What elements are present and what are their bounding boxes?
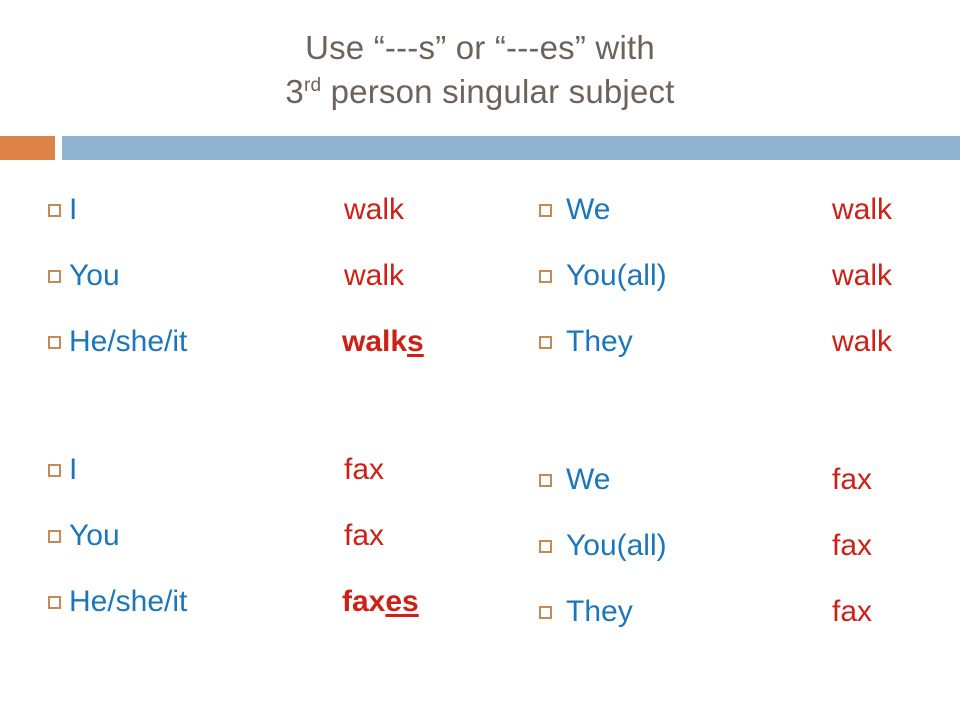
verb-stem: fax	[832, 463, 873, 496]
verb-suffix: es	[385, 585, 419, 618]
subject-pronoun: I	[69, 453, 78, 486]
conjugation-row: He/she/it faxes	[48, 569, 518, 635]
hollow-square-bullet-icon	[539, 539, 552, 553]
hollow-square-bullet-icon	[48, 463, 61, 477]
divider-bar	[62, 136, 960, 160]
verb-stem: walk	[832, 193, 893, 226]
page-title-line-2: 3rd person singular subject	[0, 70, 960, 114]
verb-form: fax	[832, 463, 872, 497]
hollow-square-bullet-icon	[539, 203, 552, 217]
verb-stem: fax	[342, 585, 386, 618]
hollow-square-bullet-icon	[539, 605, 552, 619]
verb-form: faxes	[342, 585, 419, 619]
conjugation-row: Iwalk	[48, 177, 518, 243]
subject-pronoun: They	[566, 595, 633, 628]
subject-pronoun: He/she/it	[69, 325, 188, 358]
verb-form: walk	[832, 259, 892, 293]
subject-pronoun: We	[566, 193, 611, 226]
conjugation-row: They walk	[539, 309, 959, 375]
conjugation-block-fax-plural: We fax You(all) fax They fax	[539, 447, 959, 645]
conjugation-block-walk-plural: We walk You(all) walk They walk	[539, 177, 959, 375]
verb-form: fax	[344, 453, 384, 487]
subject-pronoun: You	[69, 519, 120, 552]
verb-suffix: s	[407, 325, 424, 358]
verb-stem: fax	[832, 529, 873, 562]
subject-pronoun: You(all)	[566, 259, 667, 292]
page-title-ordinal-number: 3	[285, 73, 304, 110]
subject-pronoun: You	[69, 259, 120, 292]
title-divider	[0, 136, 960, 160]
conjugation-row: You(all) fax	[539, 513, 959, 579]
subject-pronoun: They	[566, 325, 633, 358]
verb-stem: walk	[344, 193, 405, 226]
conjugation-row: Ifax	[48, 437, 518, 503]
page-title-ordinal-suffix: rd	[303, 75, 322, 96]
conjugation-row: You walk	[48, 243, 518, 309]
hollow-square-bullet-icon	[539, 269, 552, 283]
subject-pronoun: You(all)	[566, 529, 667, 562]
hollow-square-bullet-icon	[539, 473, 552, 487]
page-title: Use “---s” or “---es” with 3rd person si…	[0, 26, 960, 114]
verb-stem: walk	[832, 259, 893, 292]
subject-pronoun: I	[69, 193, 78, 226]
conjugation-row: You fax	[48, 503, 518, 569]
verb-form: walk	[344, 193, 404, 227]
verb-stem: fax	[344, 519, 385, 552]
hollow-square-bullet-icon	[48, 203, 61, 217]
verb-stem: walk	[344, 259, 405, 292]
hollow-square-bullet-icon	[539, 335, 552, 349]
page-title-line-2-rest: person singular subject	[321, 73, 675, 110]
subject-pronoun: We	[566, 463, 611, 496]
hollow-square-bullet-icon	[48, 335, 61, 349]
verb-stem: fax	[832, 595, 873, 628]
verb-stem: walk	[342, 325, 408, 358]
hollow-square-bullet-icon	[48, 529, 61, 543]
hollow-square-bullet-icon	[48, 595, 61, 609]
verb-form: fax	[832, 595, 872, 629]
hollow-square-bullet-icon	[48, 269, 61, 283]
conjugation-row: He/she/it walks	[48, 309, 518, 375]
verb-form: fax	[832, 529, 872, 563]
verb-form: walk	[832, 325, 892, 359]
conjugation-row: You(all) walk	[539, 243, 959, 309]
page-title-line-1: Use “---s” or “---es” with	[305, 29, 655, 66]
subject-pronoun: He/she/it	[69, 585, 188, 618]
verb-stem: walk	[832, 325, 893, 358]
conjugation-block-fax-singular: Ifax You fax He/she/it faxes	[48, 437, 518, 635]
conjugation-row: We walk	[539, 177, 959, 243]
conjugation-row: They fax	[539, 579, 959, 645]
verb-stem: fax	[344, 453, 385, 486]
conjugation-row: We fax	[539, 447, 959, 513]
verb-form: walk	[344, 259, 404, 293]
verb-form: walks	[342, 325, 424, 359]
verb-form: fax	[344, 519, 384, 553]
conjugation-block-walk-singular: Iwalk You walk He/she/it walks	[48, 177, 518, 375]
verb-form: walk	[832, 193, 892, 227]
divider-accent-block	[0, 136, 55, 160]
